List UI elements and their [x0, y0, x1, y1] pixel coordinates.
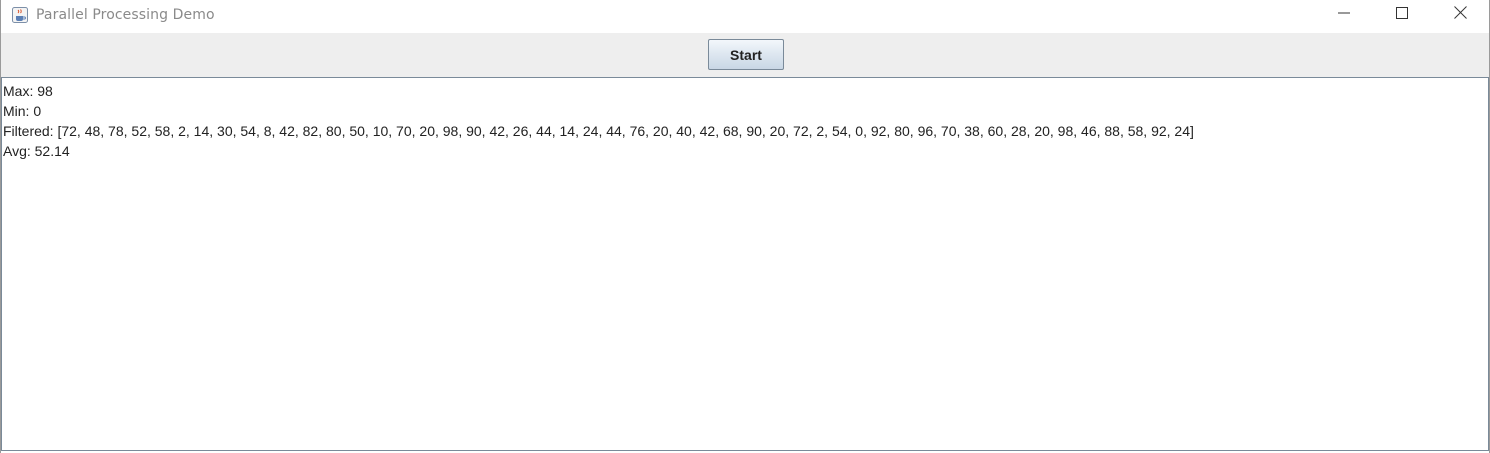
start-button[interactable]: Start — [708, 39, 784, 70]
button-panel: Start — [1, 33, 1489, 77]
java-cup-icon — [11, 6, 29, 24]
close-button[interactable] — [1431, 0, 1489, 30]
window-title: Parallel Processing Demo — [36, 7, 215, 23]
output-line-avg: Avg: 52.14 — [3, 143, 70, 159]
output-line-max: Max: 98 — [3, 83, 53, 99]
output-text-area[interactable]: Max: 98 Min: 0 Filtered: [72, 48, 78, 52… — [1, 77, 1489, 451]
title-bar[interactable]: Parallel Processing Demo — [1, 0, 1489, 30]
window-controls — [1315, 0, 1489, 30]
minimize-icon — [1338, 6, 1350, 24]
output-line-filtered: Filtered: [72, 48, 78, 52, 58, 2, 14, 30… — [3, 123, 1194, 139]
maximize-icon — [1396, 6, 1408, 24]
minimize-button[interactable] — [1315, 0, 1373, 30]
close-icon — [1453, 6, 1467, 24]
app-window: Parallel Processing Demo Start Max: 98 M… — [0, 0, 1490, 453]
output-line-min: Min: 0 — [3, 103, 42, 119]
maximize-button[interactable] — [1373, 0, 1431, 30]
